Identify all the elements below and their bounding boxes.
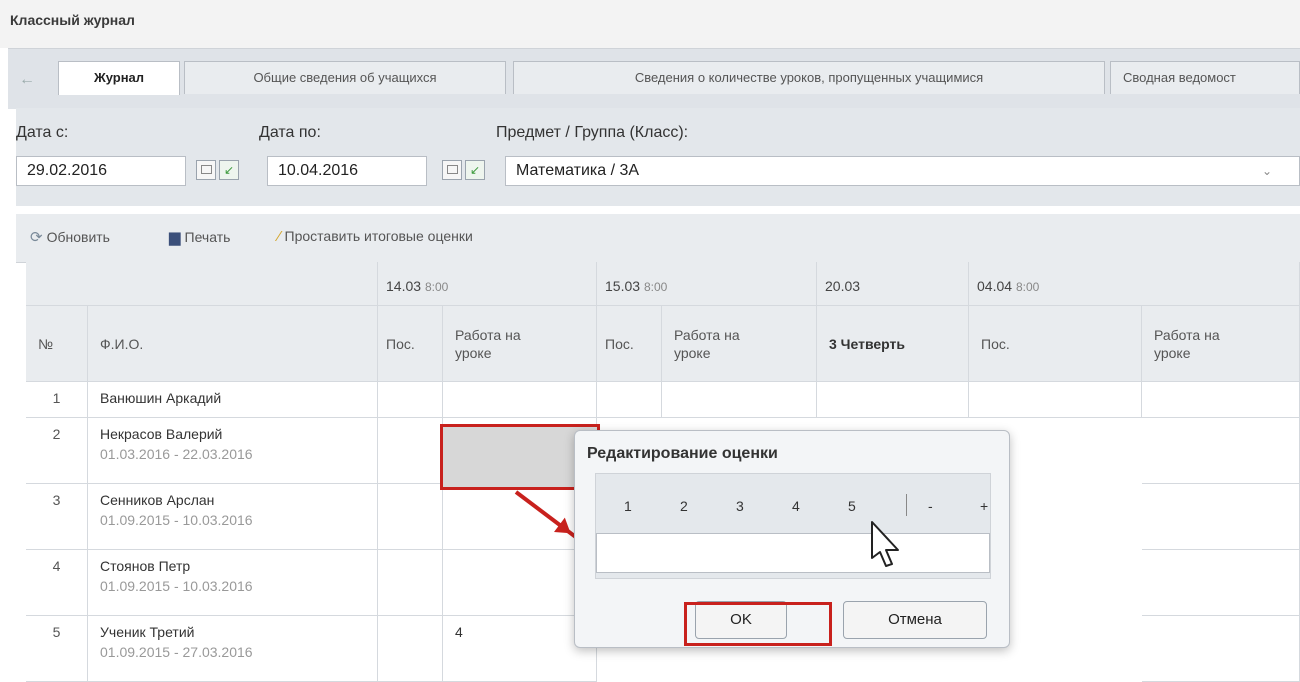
student-name-cell: Ванюшин Аркадий — [88, 382, 378, 418]
row-number: 3 — [26, 484, 88, 550]
grade-option-plus[interactable]: + — [980, 498, 988, 514]
date-to-label: Дата по: — [259, 124, 321, 141]
row-number: 1 — [26, 382, 88, 418]
date-to-field[interactable]: 10.04.2016 — [267, 156, 427, 186]
grade-option-5[interactable]: 5 — [848, 498, 856, 514]
dropdown-arrow-icon[interactable]: ⌄ — [1255, 157, 1279, 185]
calendar-today-icon[interactable]: ↙ — [219, 160, 239, 180]
subject-label: Предмет / Группа (Класс): — [496, 124, 689, 141]
grade-option-minus[interactable]: - — [928, 498, 933, 514]
grade-option-1[interactable]: 1 — [624, 498, 632, 514]
grade-cell[interactable] — [597, 382, 662, 418]
grade-cell[interactable] — [378, 418, 443, 484]
col-header-quarter: 3 Четверть — [817, 306, 969, 382]
final-grades-button[interactable]: ⁄ Проставить итоговые оценки — [278, 228, 473, 245]
dialog-title: Редактирование оценки — [587, 445, 778, 462]
refresh-icon: ⟳ — [30, 229, 43, 246]
grade-option-3[interactable]: 3 — [736, 498, 744, 514]
student-name-cell: Стоянов Петр 01.09.2015 - 10.03.2016 — [88, 550, 378, 616]
grade-cell[interactable] — [443, 382, 597, 418]
grade-option-4[interactable]: 4 — [792, 498, 800, 514]
row-number: 4 — [26, 550, 88, 616]
cancel-button[interactable]: Отмена — [843, 601, 987, 639]
col-header-work: Работа на уроке — [662, 306, 817, 382]
date-header: 15.03 8:00 — [597, 262, 817, 306]
student-name-cell: Некрасов Валерий 01.03.2016 - 22.03.2016 — [88, 418, 378, 484]
grade-cell[interactable] — [378, 550, 443, 616]
grade-cell[interactable] — [378, 382, 443, 418]
date-header: 04.04 8:00 — [969, 262, 1300, 306]
grade-cell[interactable] — [662, 382, 817, 418]
calendar-icon[interactable] — [196, 160, 216, 180]
subject-select-value: Математика / 3А — [516, 162, 640, 179]
grade-cell[interactable] — [817, 382, 969, 418]
grade-cell[interactable] — [1142, 418, 1300, 484]
col-header-pos: Пос. — [378, 306, 443, 382]
row-number: 2 — [26, 418, 88, 484]
grade-cell[interactable] — [1142, 382, 1300, 418]
tab-missed-lessons[interactable]: Сведения о количестве уроков, пропущенны… — [513, 61, 1105, 94]
filters-panel: Дата с: Дата по: Предмет / Группа (Класс… — [16, 108, 1300, 206]
student-name-cell: Ученик Третий 01.09.2015 - 27.03.2016 — [88, 616, 378, 682]
ok-button-highlight — [684, 602, 832, 646]
row-number: 5 — [26, 616, 88, 682]
col-header-pos: Пос. — [597, 306, 662, 382]
col-header-name: Ф.И.О. — [88, 306, 378, 382]
tab-summary[interactable]: Сводная ведомост — [1110, 61, 1300, 94]
separator — [906, 494, 907, 516]
toolbar: ⟳ Обновить ▆ Печать ⁄ Проставить итоговые о… — [16, 214, 1300, 263]
grade-cell[interactable] — [1142, 550, 1300, 616]
tab-strip: ← Журнал Общие сведения об учащихся Свед… — [8, 48, 1300, 109]
student-name-cell: Сенников Арслан 01.09.2015 - 10.03.2016 — [88, 484, 378, 550]
subject-select[interactable]: Математика / 3А ⌄ — [505, 156, 1300, 186]
grade-cell[interactable] — [1142, 616, 1300, 682]
date-header: 14.03 8:00 — [378, 262, 597, 306]
back-arrow-icon[interactable]: ← — [14, 67, 40, 93]
calendar-today-icon[interactable]: ↙ — [465, 160, 485, 180]
date-header: 20.03 — [817, 262, 969, 306]
col-header-pos: Пос. — [969, 306, 1142, 382]
tab-students-info[interactable]: Общие сведения об учащихся — [184, 61, 506, 94]
date-from-field[interactable]: 29.02.2016 — [16, 156, 186, 186]
print-button[interactable]: ▆ Печать — [169, 228, 230, 246]
grade-cell[interactable] — [378, 616, 443, 682]
grade-cell[interactable] — [1142, 484, 1300, 550]
grade-input[interactable] — [596, 533, 990, 573]
wand-icon: ⁄ — [278, 228, 281, 245]
col-header-num: № — [26, 306, 88, 382]
grade-cell[interactable] — [378, 484, 443, 550]
grade-cell[interactable] — [969, 382, 1142, 418]
header-blank — [26, 262, 378, 306]
date-from-label: Дата с: — [16, 124, 69, 141]
col-header-work: Работа на уроке — [443, 306, 597, 382]
calendar-icon[interactable] — [442, 160, 462, 180]
window-titlebar: Классный журнал — [0, 0, 1300, 48]
printer-icon: ▆ — [169, 229, 181, 246]
grade-option-2[interactable]: 2 — [680, 498, 688, 514]
window-title: Классный журнал — [10, 12, 135, 28]
refresh-button[interactable]: ⟳ Обновить — [30, 228, 110, 246]
tab-journal[interactable]: Журнал — [58, 61, 180, 95]
mouse-pointer-icon — [871, 521, 899, 567]
col-header-work: Работа на уроке — [1142, 306, 1300, 382]
